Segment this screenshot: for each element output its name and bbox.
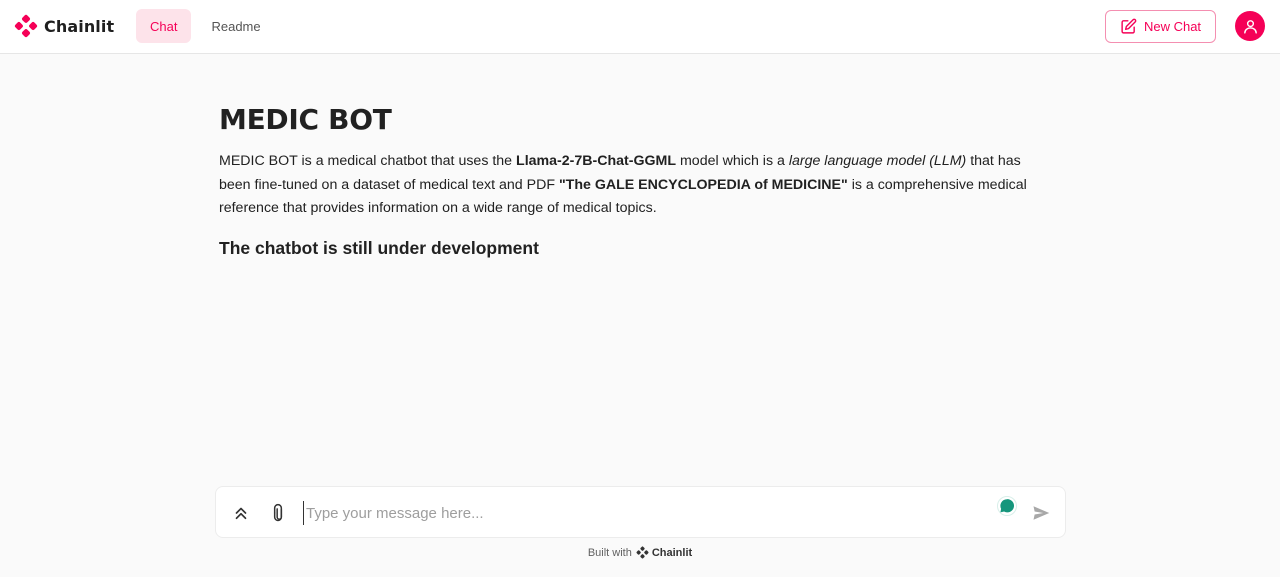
send-icon	[1033, 506, 1050, 520]
grammar-assistant-icon[interactable]	[997, 496, 1017, 516]
send-button[interactable]	[1030, 502, 1052, 524]
readme-content: MEDIC BOT MEDIC BOT is a medical chatbot…	[219, 100, 1049, 259]
page-title: MEDIC BOT	[219, 103, 392, 136]
message-composer	[215, 486, 1066, 538]
desc-text-2: model which is a	[676, 153, 789, 169]
app-name: Chainlit	[44, 16, 115, 36]
new-chat-label: New Chat	[1143, 19, 1202, 34]
paperclip-icon	[273, 504, 283, 522]
top-bar: Chainlit Chat Readme New Chat	[0, 0, 1280, 54]
readme-description: MEDIC BOT is a medical chatbot that uses…	[219, 150, 1049, 221]
chainlit-logo-small-icon	[636, 546, 649, 559]
built-with-label: Built with	[587, 546, 632, 559]
footer-brand-name: Chainlit	[651, 546, 693, 559]
tab-readme[interactable]: Readme	[197, 9, 274, 43]
footer-brand-link[interactable]: Chainlit	[636, 546, 692, 559]
chevrons-up-icon	[235, 507, 247, 520]
expand-button[interactable]	[230, 502, 252, 524]
message-input[interactable]	[303, 501, 993, 525]
model-name: Llama-2-7B-Chat-GGML	[516, 153, 677, 169]
source-name: "The GALE ENCYCLOPEDIA of MEDICINE"	[558, 176, 848, 193]
chainlit-logo[interactable]: Chainlit	[14, 14, 114, 38]
user-icon	[1243, 19, 1257, 34]
edit-icon	[1121, 18, 1137, 34]
chainlit-logo-icon	[14, 14, 38, 38]
model-type: large language model (LLM)	[788, 153, 967, 169]
user-avatar[interactable]	[1235, 11, 1265, 41]
attach-button[interactable]	[267, 502, 289, 524]
footer: Built with Chainlit	[0, 546, 1280, 559]
top-nav: Chat Readme	[136, 9, 275, 43]
tab-chat[interactable]: Chat	[136, 9, 192, 43]
desc-text-1: MEDIC BOT is a medical chatbot that uses…	[219, 153, 517, 169]
status-heading: The chatbot is still under development	[219, 237, 539, 258]
new-chat-button[interactable]: New Chat	[1105, 10, 1216, 43]
